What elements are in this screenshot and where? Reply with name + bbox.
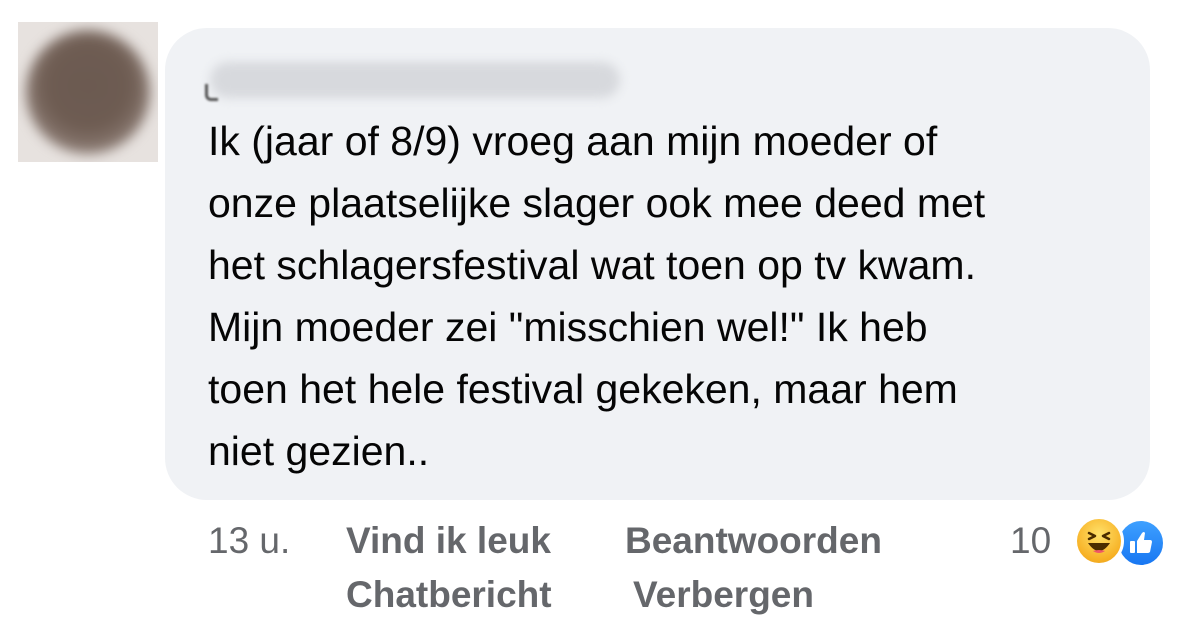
comment-line: Mijn moeder zei "misschien wel!" Ik heb [208,304,928,350]
timestamp[interactable]: 13 u. [208,520,290,562]
comment-line: Ik (jaar of 8/9) vroeg aan mijn moeder o… [208,118,938,164]
comment-text: Ik (jaar of 8/9) vroeg aan mijn moeder o… [208,110,1143,482]
chat-button[interactable]: Chatbericht [346,574,552,616]
haha-face-icon [1087,531,1111,553]
author-name-redacted[interactable] [210,62,620,98]
reply-button[interactable]: Beantwoorden [625,520,882,562]
comment-line: onze plaatselijke slager ook mee deed me… [208,180,986,226]
comment-line: toen het hele festival gekeken, maar hem [208,366,958,412]
like-button[interactable]: Vind ik leuk [346,520,551,562]
haha-icon [1074,516,1124,566]
author-name-fragment [205,84,218,101]
hide-button[interactable]: Verbergen [633,574,814,616]
comment-line: het schlagersfestival wat toen op tv kwa… [208,242,976,288]
thumbs-up-icon [1130,532,1152,553]
comment-line: niet gezien.. [208,428,430,474]
avatar[interactable] [18,22,158,162]
reaction-count[interactable]: 10 [1010,520,1051,562]
avatar-photo-blurred [26,30,150,154]
reactions-summary[interactable]: 10 [1010,510,1170,570]
comment-bubble: Ik (jaar of 8/9) vroeg aan mijn moeder o… [165,28,1150,500]
